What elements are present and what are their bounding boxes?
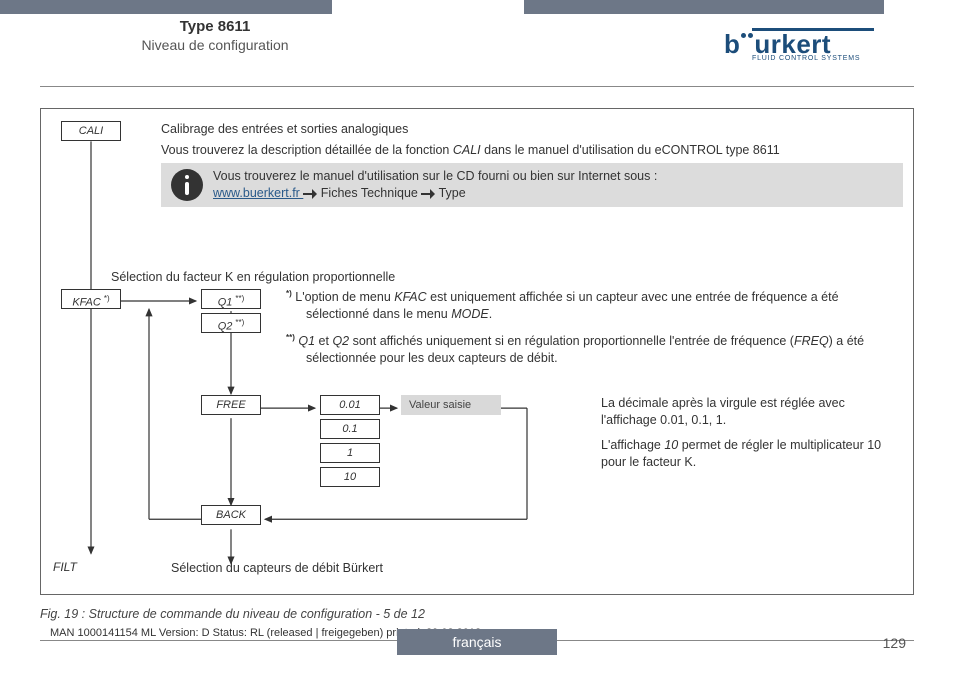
menu-box-1: 1 (320, 443, 380, 463)
title-block: Type 8611 Niveau de configuration (80, 18, 350, 53)
menu-box-free: FREE (201, 395, 261, 415)
intro-line-1: Calibrage des entrées et sorties analogi… (161, 121, 903, 138)
menu-box-q1: Q1 **) (201, 289, 261, 309)
header-divider (40, 86, 914, 87)
top-color-bars (0, 0, 954, 14)
selection-2-label: Sélection du capteurs de débit Bürkert (171, 560, 383, 577)
selection-1-label: Sélection du facteur K en régulation pro… (111, 269, 395, 286)
manual-link[interactable]: www.buerkert.fr (213, 186, 303, 200)
menu-box-q2: Q2 **) (201, 313, 261, 333)
info-icon (171, 169, 203, 201)
doc-title: Type 8611 (80, 18, 350, 35)
page-header: Type 8611 Niveau de configuration burker… (40, 18, 914, 82)
menu-box-0-1: 0.1 (320, 419, 380, 439)
arrow-right-icon (421, 189, 435, 199)
menu-box-cali: CALI (61, 121, 121, 141)
value-entry-label: Valeur saisie (401, 395, 501, 415)
menu-box-0-01: 0.01 (320, 395, 380, 415)
language-tab: français (397, 629, 557, 655)
top-bar-right (524, 0, 884, 14)
arrow-right-icon (303, 189, 317, 199)
menu-box-10: 10 (320, 467, 380, 487)
star-notes: *) L'option de menu KFAC est uniquement … (286, 289, 903, 377)
page-number: 129 (883, 635, 906, 651)
decimal-note: La décimale après la virgule est réglée … (601, 395, 903, 479)
manual-note-text: Vous trouverez le manuel d'utilisation s… (213, 168, 657, 202)
menu-box-back: BACK (201, 505, 261, 525)
filt-label: FILT (53, 560, 77, 574)
manual-note-box: Vous trouverez le manuel d'utilisation s… (161, 163, 903, 207)
intro-line-2: Vous trouverez la description détaillée … (161, 142, 903, 159)
top-bar-left (0, 0, 332, 14)
figure-caption: Fig. 19 : Structure de commande du nivea… (40, 607, 425, 621)
diagram-panel: CALI KFAC *) Q1 **) Q2 **) FREE BACK 0.0… (40, 108, 914, 595)
logo-tagline: FLUID CONTROL SYSTEMS (752, 55, 874, 62)
doc-subtitle: Niveau de configuration (80, 37, 350, 53)
burkert-logo: burkert FLUID CONTROL SYSTEMS (724, 28, 874, 62)
menu-box-kfac: KFAC *) (61, 289, 121, 309)
